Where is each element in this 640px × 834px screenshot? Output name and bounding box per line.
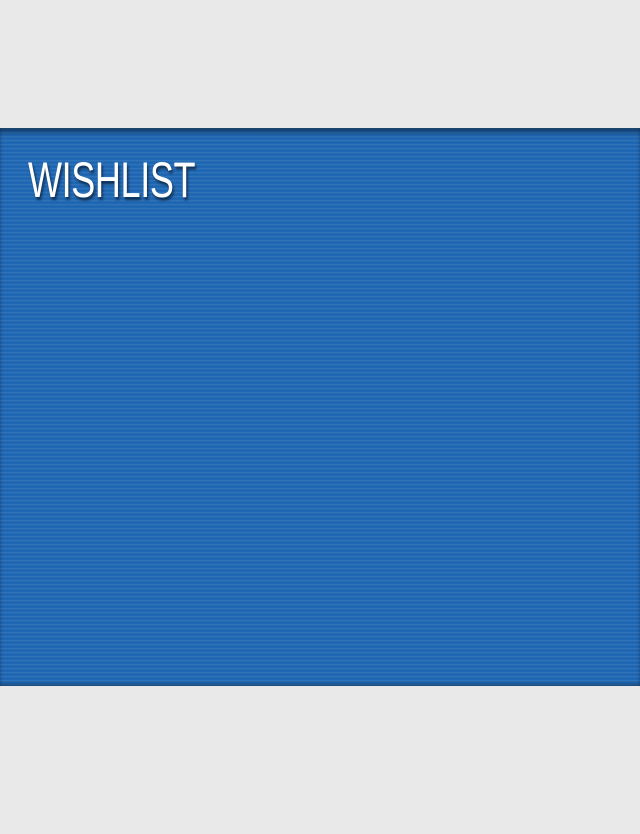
- panel-title: WISHLIST: [28, 152, 196, 208]
- wishlist-panel: [0, 128, 640, 686]
